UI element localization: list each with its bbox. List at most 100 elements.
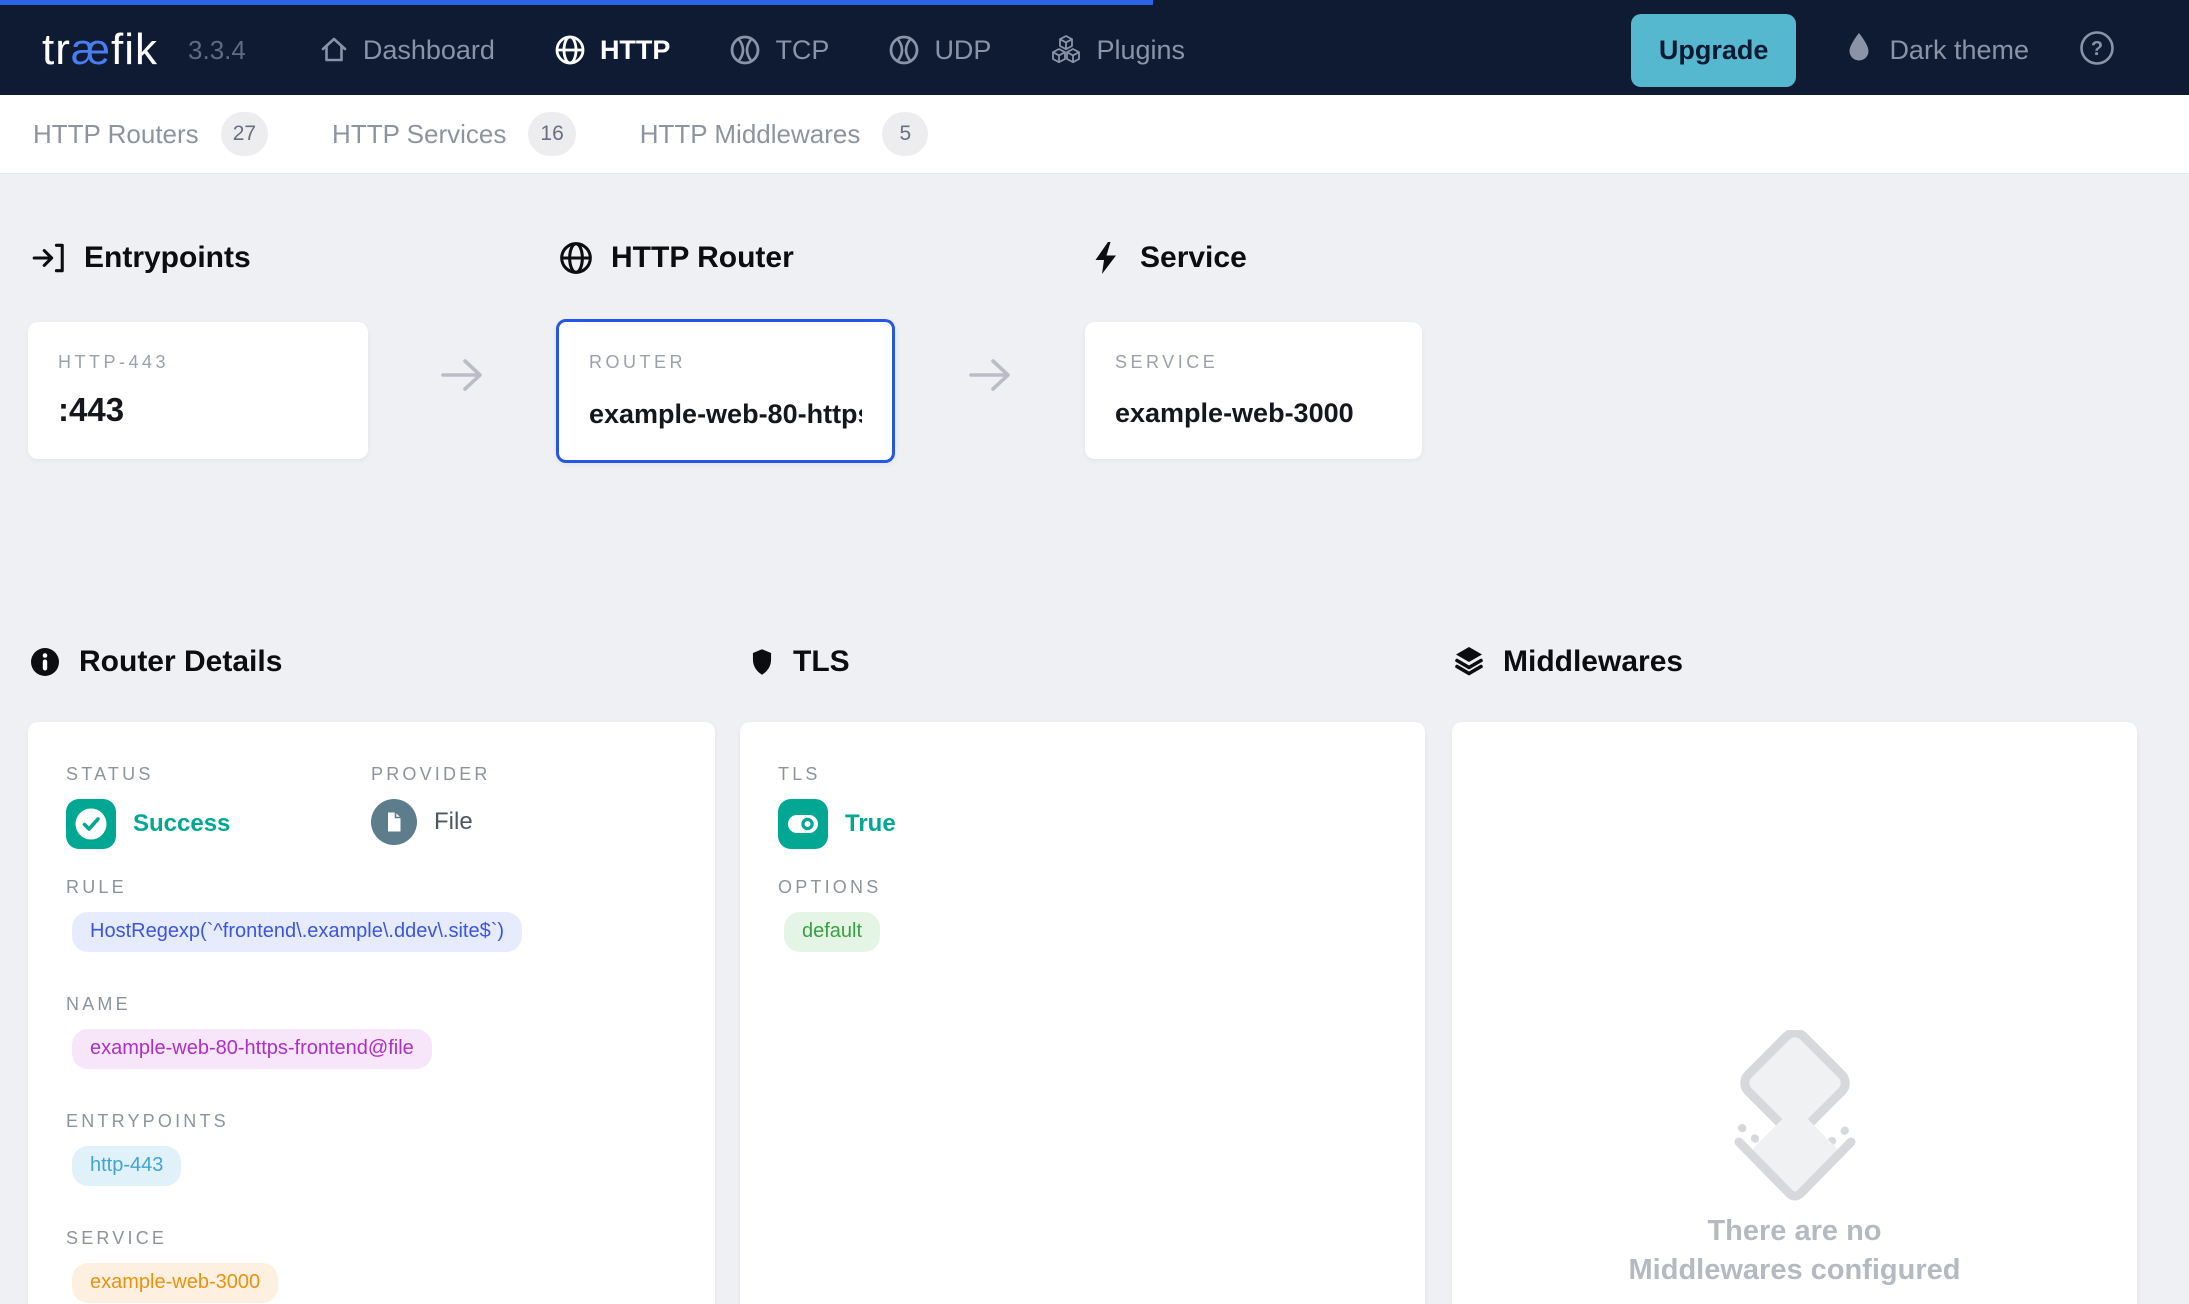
shield-icon: [748, 645, 776, 679]
tab-label: HTTP Routers: [33, 119, 199, 150]
dark-theme-label: Dark theme: [1889, 35, 2029, 66]
entrypoints-group: ENTRYPOINTS http-443: [66, 1111, 677, 1186]
router-details-header: Router Details: [28, 645, 282, 679]
main-navigation: Dashboard HTTP TCP UDP: [318, 33, 1185, 67]
nav-item-http[interactable]: HTTP: [553, 33, 671, 67]
service-card[interactable]: SERVICE example-web-3000: [1085, 322, 1422, 459]
middlewares-header: Middlewares: [1452, 645, 1683, 679]
traefik-logo[interactable]: træfik: [42, 25, 158, 75]
tls-value: True: [845, 810, 896, 838]
nav-label: HTTP: [600, 35, 671, 66]
provider-group: PROVIDER File: [371, 764, 491, 849]
tab-label: HTTP Services: [332, 119, 506, 150]
tls-card: TLS True OPTIONS default: [740, 722, 1425, 1304]
options-pill: default: [784, 912, 880, 952]
logo-ae: æ: [71, 25, 111, 75]
tab-count-badge: 5: [882, 112, 928, 156]
http-subnav: HTTP Routers 27 HTTP Services 16 HTTP Mi…: [0, 95, 2189, 174]
tls-toggle-icon: [778, 799, 828, 849]
service-pill: example-web-3000: [72, 1263, 278, 1303]
service-group: SERVICE example-web-3000: [66, 1228, 677, 1303]
name-label: NAME: [66, 994, 677, 1015]
http-router-section-header: HTTP Router: [558, 240, 794, 276]
router-card-label: ROUTER: [589, 352, 862, 373]
empty-text-line1: There are no: [1452, 1212, 2137, 1251]
upgrade-button[interactable]: Upgrade: [1631, 14, 1797, 87]
section-title: Middlewares: [1503, 645, 1683, 679]
router-card-selected[interactable]: ROUTER example-web-80-https...: [556, 319, 895, 463]
tab-label: HTTP Middlewares: [640, 119, 861, 150]
section-title: Service: [1140, 241, 1247, 275]
droplet-icon: [1844, 30, 1874, 71]
name-pill: example-web-80-https-frontend@file: [72, 1029, 432, 1069]
svg-text:?: ?: [2091, 38, 2103, 60]
service-label: SERVICE: [66, 1228, 677, 1249]
rule-group: RULE HostRegexp(`^frontend\.example\.dde…: [66, 877, 677, 952]
entrypoint-card[interactable]: HTTP-443 :443: [28, 322, 368, 459]
options-group: OPTIONS default: [778, 877, 1387, 952]
service-section-header: Service: [1089, 240, 1247, 276]
dark-theme-toggle[interactable]: Dark theme: [1844, 30, 2029, 71]
middlewares-empty-text: There are no Middlewares configured: [1452, 1212, 2137, 1290]
router-card-value: example-web-80-https...: [589, 399, 862, 430]
section-title: HTTP Router: [611, 241, 794, 275]
nav-label: UDP: [934, 35, 991, 66]
router-details-card: STATUS Success PROVIDER File: [28, 722, 715, 1304]
tab-count-badge: 27: [221, 112, 268, 156]
status-label: STATUS: [66, 764, 371, 785]
section-title: Entrypoints: [84, 241, 251, 275]
flow-arrow-icon: [962, 347, 1018, 408]
nav-label: Dashboard: [363, 35, 495, 66]
empty-text-line2: Middlewares configured: [1452, 1251, 2137, 1290]
file-provider-icon: [371, 799, 417, 845]
provider-label: PROVIDER: [371, 764, 491, 785]
rule-pill: HostRegexp(`^frontend\.example\.ddev\.si…: [72, 912, 522, 952]
tab-http-routers[interactable]: HTTP Routers 27: [33, 112, 268, 156]
cubes-icon: [1049, 33, 1083, 67]
layers-icon: [1452, 645, 1486, 679]
home-icon: [318, 34, 350, 66]
tab-count-badge: 16: [528, 112, 575, 156]
status-provider-row: STATUS Success PROVIDER File: [66, 764, 677, 849]
traefik-dashboard-page: træfik 3.3.4 Dashboard HTTP TCP: [0, 0, 2189, 1304]
provider-value: File: [434, 808, 473, 836]
tcp-sphere-icon: [728, 33, 762, 67]
loading-progress-bar: [0, 0, 1153, 5]
service-card-value: example-web-3000: [1115, 398, 1392, 429]
empty-layers-illustration: [1690, 1030, 1900, 1235]
udp-sphere-icon: [887, 33, 921, 67]
help-icon[interactable]: ?: [2077, 28, 2117, 73]
tls-header: TLS: [748, 645, 850, 679]
flow-arrow-icon: [434, 347, 490, 408]
name-group: NAME example-web-80-https-frontend@file: [66, 994, 677, 1069]
rule-label: RULE: [66, 877, 677, 898]
nav-label: Plugins: [1096, 35, 1185, 66]
globe-icon: [558, 240, 594, 276]
status-group: STATUS Success: [66, 764, 371, 849]
lightning-bolt-icon: [1089, 240, 1123, 276]
entrypoint-pill: http-443: [72, 1146, 181, 1186]
entrypoints-section-header: Entrypoints: [31, 240, 251, 276]
logo-text: tr: [42, 25, 71, 75]
middlewares-card: There are no Middlewares configured: [1452, 722, 2137, 1304]
section-title: TLS: [793, 645, 850, 679]
entrypoints-label: ENTRYPOINTS: [66, 1111, 677, 1132]
status-value: Success: [133, 810, 230, 838]
globe-icon: [553, 33, 587, 67]
nav-label: TCP: [775, 35, 829, 66]
tab-http-middlewares[interactable]: HTTP Middlewares 5: [640, 112, 929, 156]
version-label: 3.3.4: [188, 35, 246, 66]
tab-http-services[interactable]: HTTP Services 16: [332, 112, 576, 156]
info-icon: [28, 645, 62, 679]
login-arrow-icon: [31, 240, 67, 276]
service-card-label: SERVICE: [1115, 352, 1392, 373]
nav-item-plugins[interactable]: Plugins: [1049, 33, 1185, 67]
nav-item-tcp[interactable]: TCP: [728, 33, 829, 67]
section-title: Router Details: [79, 645, 282, 679]
tls-group: TLS True: [778, 764, 1387, 849]
nav-item-dashboard[interactable]: Dashboard: [318, 34, 495, 66]
nav-item-udp[interactable]: UDP: [887, 33, 991, 67]
entrypoint-card-label: HTTP-443: [58, 352, 338, 373]
tls-label: TLS: [778, 764, 1387, 785]
logo-text-2: fik: [111, 25, 158, 75]
